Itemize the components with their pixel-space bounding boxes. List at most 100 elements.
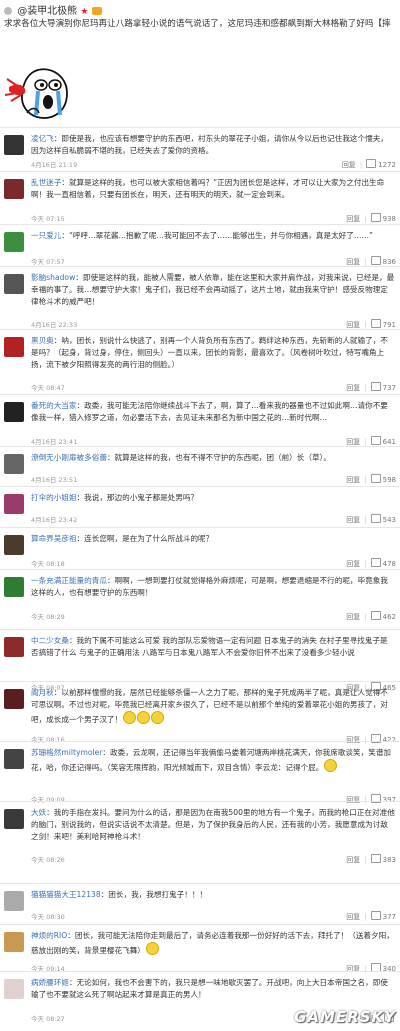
reply-button[interactable]: 回复: [346, 613, 360, 621]
comment-time: 今天 08:29: [31, 613, 65, 621]
comment-username[interactable]: 猫猫猫猫大王12138: [31, 890, 101, 899]
avatar[interactable]: [4, 135, 24, 155]
comment-item: 中二少女桑：我的下属不可能这么可爱 我的部队忘爱物语一定有问题 日本鬼子的消失 …: [0, 629, 400, 692]
comment-text: 打伞的小姐姐：我说，那边的小鬼子都是处男吗？: [31, 492, 395, 504]
emoji-icon: [145, 942, 159, 955]
reply-button[interactable]: 回复: [346, 215, 360, 223]
comment-username[interactable]: 阁月秋: [31, 688, 54, 697]
comment-actions: 回复 | 462: [346, 611, 396, 622]
like-button[interactable]: 462: [370, 611, 396, 621]
comment-username[interactable]: 一条充满正能量的青瓜: [31, 576, 107, 585]
comment-username[interactable]: 潦倒无小刚扉被多俗蕾: [31, 453, 107, 462]
comment-item: 黑贝奥：呐，团长，别说什么快逃了，别再一个人背负所有东西了。羁绊这种东西，先斩断…: [0, 329, 400, 395]
reply-button[interactable]: 回复: [346, 913, 360, 921]
divider: |: [364, 856, 367, 864]
comment-body: ：以前那样憧憬的我，居然已经能够杀僵一人之力了呢，那样的鬼子死成两半了呢，真是让…: [31, 688, 388, 724]
like-button[interactable]: 836: [370, 256, 396, 266]
like-count: 641: [382, 438, 396, 446]
reply-button[interactable]: 回复: [346, 384, 360, 392]
comment-body: ：呐，团长，别说什么快逃了，别再一个人背负所有东西了。羁绊这种东西，先斩断的人就…: [31, 336, 388, 369]
avatar[interactable]: [4, 979, 24, 999]
reply-button[interactable]: 回复: [346, 438, 360, 446]
avatar[interactable]: [4, 932, 24, 952]
divider: |: [359, 161, 363, 169]
comment-body: ：即使是我，也应该有想要守护的东西吧，村东头的翠花子小姐，请你从今以后也记住我这…: [31, 134, 388, 155]
comment-body: ：就算是这样的我，也有不得不守护的东西呢，团（前）长（草）。: [106, 453, 331, 462]
like-button[interactable]: 598: [370, 474, 396, 484]
comment-body: ：连长您啊，是在为了什么所战斗的呢？: [76, 534, 214, 543]
avatar[interactable]: [4, 535, 24, 555]
post-username[interactable]: @装甲北极熊: [17, 6, 77, 17]
like-button[interactable]: 1272: [366, 159, 396, 169]
like-button[interactable]: 543: [370, 514, 396, 524]
avatar[interactable]: [4, 749, 24, 769]
thumbs-up-icon: [370, 319, 381, 328]
comment-item: 影脑shadow：即使是这样的我，能被人需要，被人依靠，能在这里和大家并肩作战，…: [0, 266, 400, 330]
thumbs-up-icon: [370, 558, 381, 567]
comment-username[interactable]: 打伞的小姐姐: [31, 493, 77, 502]
comment-time: 今天 07:15: [31, 215, 65, 223]
comment-username[interactable]: 影脑shadow: [31, 273, 75, 282]
like-button[interactable]: 383: [370, 854, 396, 864]
avatar[interactable]: [4, 454, 24, 474]
comment-actions: 回复 | 543: [346, 514, 396, 525]
comment-body: ：我说，那边的小鬼子都是处男吗？: [76, 493, 199, 502]
comment-username[interactable]: 算命界吴彦祖: [31, 534, 77, 543]
reply-button[interactable]: 回复: [346, 476, 360, 484]
comment-text: 黑贝奥：呐，团长，别说什么快逃了，别再一个人背负所有东西了。羁绊这种东西，先斩断…: [31, 335, 395, 371]
avatar[interactable]: [4, 577, 24, 597]
avatar[interactable]: [4, 809, 24, 829]
like-button[interactable]: 641: [370, 436, 396, 446]
avatar[interactable]: [4, 274, 24, 294]
avatar[interactable]: [4, 494, 24, 514]
like-button[interactable]: 377: [370, 911, 396, 921]
crying-meme-image: [5, 57, 75, 127]
avatar[interactable]: [4, 402, 24, 422]
avatar[interactable]: [4, 891, 24, 911]
comment-body: ：无论如何，我也不会害下的，我只是想一味地歇灭罢了。开战吧，向上大日本帝国之名，…: [31, 978, 388, 999]
reply-button[interactable]: 回复: [346, 856, 360, 864]
like-button[interactable]: 791: [370, 319, 396, 329]
comment-username[interactable]: 神烦的RIO: [31, 931, 67, 940]
comment-text: 大妖：我的手指在发抖。要问为什么的话，那是因为在南我500里的地方有一个鬼子，而…: [31, 807, 395, 843]
comment-username[interactable]: 大妖: [31, 808, 46, 817]
comment-username[interactable]: 凌亿飞: [31, 134, 54, 143]
comment-actions: 回复 | 598: [346, 474, 396, 485]
like-button[interactable]: 737: [370, 382, 396, 392]
avatar[interactable]: [4, 637, 24, 657]
comment-time: 今天 08:27: [31, 1015, 65, 1023]
like-button[interactable]: 938: [370, 213, 396, 223]
comment-username[interactable]: 苏珊格然miltymoler: [31, 748, 102, 757]
weibo-icon: [4, 7, 12, 15]
comment-username[interactable]: 乱世迷子: [31, 178, 61, 187]
thumbs-up-icon: [370, 474, 381, 483]
comment-username[interactable]: 病娇腰环姬: [31, 978, 69, 987]
comment-username[interactable]: 中二少女桑: [31, 636, 69, 645]
thumbs-up-icon: [370, 256, 381, 265]
reply-button[interactable]: 回复: [342, 161, 356, 169]
thumbs-up-icon: [370, 911, 381, 920]
like-button[interactable]: 478: [370, 558, 396, 568]
reply-button[interactable]: 回复: [346, 516, 360, 524]
thumbs-up-icon: [370, 611, 381, 620]
comment-time: 4月16日 21:19: [31, 161, 78, 169]
avatar[interactable]: [4, 232, 24, 252]
emoji-icon: [324, 759, 338, 772]
comment-time: 4月16日 23:42: [31, 516, 78, 524]
comment-item: 打伞的小姐姐：我说，那边的小鬼子都是处男吗？ 4月16日 23:42 回复 | 543: [0, 486, 400, 528]
comment-time: 4月16日 22:33: [31, 321, 78, 329]
comment-body: ：我的下属不可能这么可爱 我的部队忘爱物语一定有问题 日本鬼子的消失 在村子里寻…: [31, 636, 388, 657]
reply-button[interactable]: 回复: [346, 258, 360, 266]
comment-username[interactable]: 一只爱儿: [31, 231, 61, 240]
comment-item: 猫猫猫猫大王12138：团长，我，我想打鬼子！！！ 今天 08:30 回复 | 377: [0, 883, 400, 925]
comment-body: ：政委，我可能无法陪你继续战斗下去了，啊，算了…看来我的器量也不过如此啊…请你不…: [31, 401, 388, 422]
post-author[interactable]: @装甲北极熊 ★: [4, 2, 102, 17]
reply-button[interactable]: 回复: [346, 321, 360, 329]
avatar[interactable]: [4, 179, 24, 199]
comment-username[interactable]: 番死的大当家: [31, 401, 77, 410]
avatar[interactable]: [4, 337, 24, 357]
avatar[interactable]: [4, 689, 24, 709]
comment-text: 一条充满正能量的青瓜：啊啊，一想到要打仗就觉得格外麻烦呢，可是啊，想要退缩是不行…: [31, 575, 395, 599]
reply-button[interactable]: 回复: [346, 560, 360, 568]
comment-username[interactable]: 黑贝奥: [31, 336, 54, 345]
